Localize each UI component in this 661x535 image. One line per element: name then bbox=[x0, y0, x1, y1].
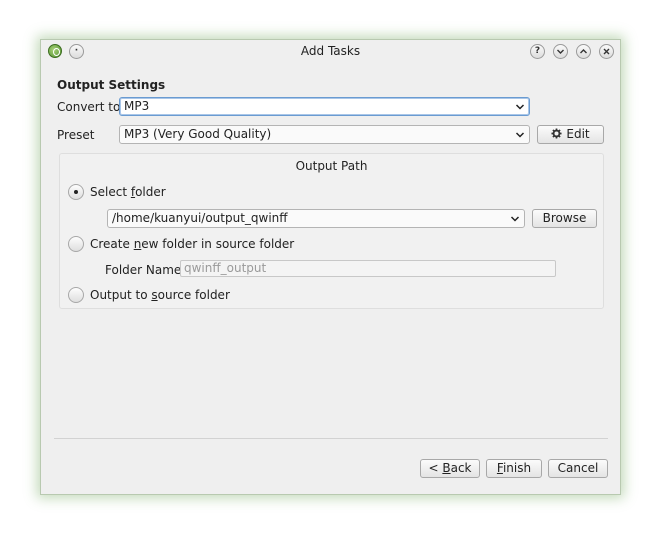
title-bar: · Add Tasks ? bbox=[41, 40, 620, 63]
chevron-down-icon bbox=[515, 104, 525, 110]
convert-to-label: Convert to bbox=[57, 100, 121, 114]
preset-combobox[interactable]: MP3 (Very Good Quality) bbox=[119, 125, 530, 144]
edit-label: Edit bbox=[566, 127, 590, 141]
create-new-folder-radio[interactable] bbox=[68, 236, 84, 252]
chevron-down-icon bbox=[510, 216, 520, 222]
cancel-button[interactable]: Cancel bbox=[548, 459, 608, 478]
back-button[interactable]: < Back bbox=[420, 459, 480, 478]
output-path-heading: Output Path bbox=[295, 159, 368, 173]
chevron-down-icon bbox=[515, 132, 525, 138]
folder-name-input[interactable]: qwinff_output bbox=[180, 260, 556, 277]
output-path-group: Output Path Select folder /home/kuanyui/… bbox=[59, 153, 604, 309]
preset-value: MP3 (Very Good Quality) bbox=[124, 127, 272, 141]
footer-divider bbox=[54, 438, 608, 439]
close-icon[interactable] bbox=[599, 44, 614, 59]
create-new-folder-label[interactable]: Create new folder in source folder bbox=[90, 237, 294, 251]
convert-to-combobox[interactable]: MP3 bbox=[119, 97, 530, 116]
output-settings-heading: Output Settings bbox=[57, 78, 166, 92]
minimize-icon[interactable] bbox=[553, 44, 568, 59]
output-to-source-label[interactable]: Output to source folder bbox=[90, 288, 230, 302]
folder-path-value: /home/kuanyui/output_qwinff bbox=[112, 211, 288, 225]
output-to-source-radio[interactable] bbox=[68, 287, 84, 303]
select-folder-label[interactable]: Select folder bbox=[90, 185, 166, 199]
browse-button[interactable]: Browse bbox=[532, 209, 597, 228]
gear-icon bbox=[551, 128, 562, 139]
select-folder-radio[interactable] bbox=[68, 184, 84, 200]
convert-to-value: MP3 bbox=[124, 99, 150, 113]
edit-button[interactable]: Edit bbox=[537, 125, 604, 144]
help-icon[interactable]: ? bbox=[530, 44, 545, 59]
add-tasks-dialog: · Add Tasks ? Output Settings Convert to… bbox=[40, 39, 621, 495]
preset-label: Preset bbox=[57, 128, 95, 142]
folder-name-label: Folder Name bbox=[105, 263, 182, 277]
finish-button[interactable]: Finish bbox=[486, 459, 542, 478]
maximize-icon[interactable] bbox=[576, 44, 591, 59]
folder-path-combobox[interactable]: /home/kuanyui/output_qwinff bbox=[107, 209, 525, 228]
